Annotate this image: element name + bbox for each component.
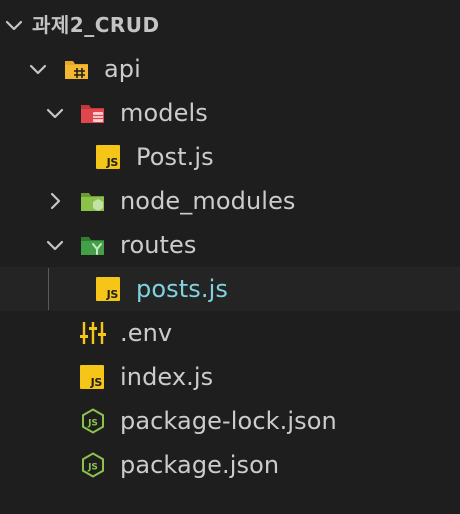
file-explorer: 과제2_CRUD api models JS Post.js node_modu… <box>0 0 460 514</box>
tree-item-label: routes <box>120 231 197 259</box>
tree-item-label: .env <box>120 319 173 347</box>
tree-item-label: models <box>120 99 208 127</box>
chevron-down-icon[interactable] <box>44 102 66 124</box>
tree-item-package-json[interactable]: JS package.json <box>0 443 460 487</box>
tree-item-node-modules[interactable]: node_modules <box>0 179 460 223</box>
tree-item-label: index.js <box>120 363 214 391</box>
chevron-right-icon[interactable] <box>44 190 66 212</box>
folder-models-icon <box>81 105 104 123</box>
tree-item-label: Post.js <box>136 143 214 171</box>
javascript-file-icon: JS <box>96 277 120 301</box>
nodejs-icon: JS <box>82 408 104 434</box>
javascript-file-icon: JS <box>96 145 120 169</box>
tree-item-routes[interactable]: routes <box>0 223 460 267</box>
tree-item-index-js[interactable]: JS index.js <box>0 355 460 399</box>
explorer-root-label: 과제2_CRUD <box>32 13 160 37</box>
tree-item-api[interactable]: api <box>0 47 460 91</box>
svg-text:JS: JS <box>87 419 98 429</box>
indent-guide <box>48 268 49 310</box>
folder-routes-icon <box>81 237 104 255</box>
chevron-down-icon[interactable] <box>3 14 25 36</box>
nodejs-icon: JS <box>82 452 104 478</box>
tree-item-label: node_modules <box>120 187 296 215</box>
folder-api-icon <box>65 61 88 79</box>
tree-item-env[interactable]: .env <box>0 311 460 355</box>
explorer-root[interactable]: 과제2_CRUD <box>0 3 460 47</box>
folder-node-icon <box>81 193 104 211</box>
tree-item-label: api <box>104 55 141 83</box>
chevron-down-icon[interactable] <box>27 58 49 80</box>
tree-item-label: package.json <box>120 451 280 479</box>
tree-item-label: package-lock.json <box>120 407 337 435</box>
javascript-file-icon: JS <box>80 365 104 389</box>
tree-item-models[interactable]: models <box>0 91 460 135</box>
tree-item-post-js[interactable]: JS Post.js <box>0 135 460 179</box>
tree-item-posts-js[interactable]: JS posts.js <box>0 267 460 311</box>
tree-item-label: posts.js <box>136 275 228 303</box>
svg-text:JS: JS <box>87 463 98 473</box>
chevron-down-icon[interactable] <box>44 234 66 256</box>
tune-icon <box>80 322 106 344</box>
tree-item-package-lock-json[interactable]: JS package-lock.json <box>0 399 460 443</box>
